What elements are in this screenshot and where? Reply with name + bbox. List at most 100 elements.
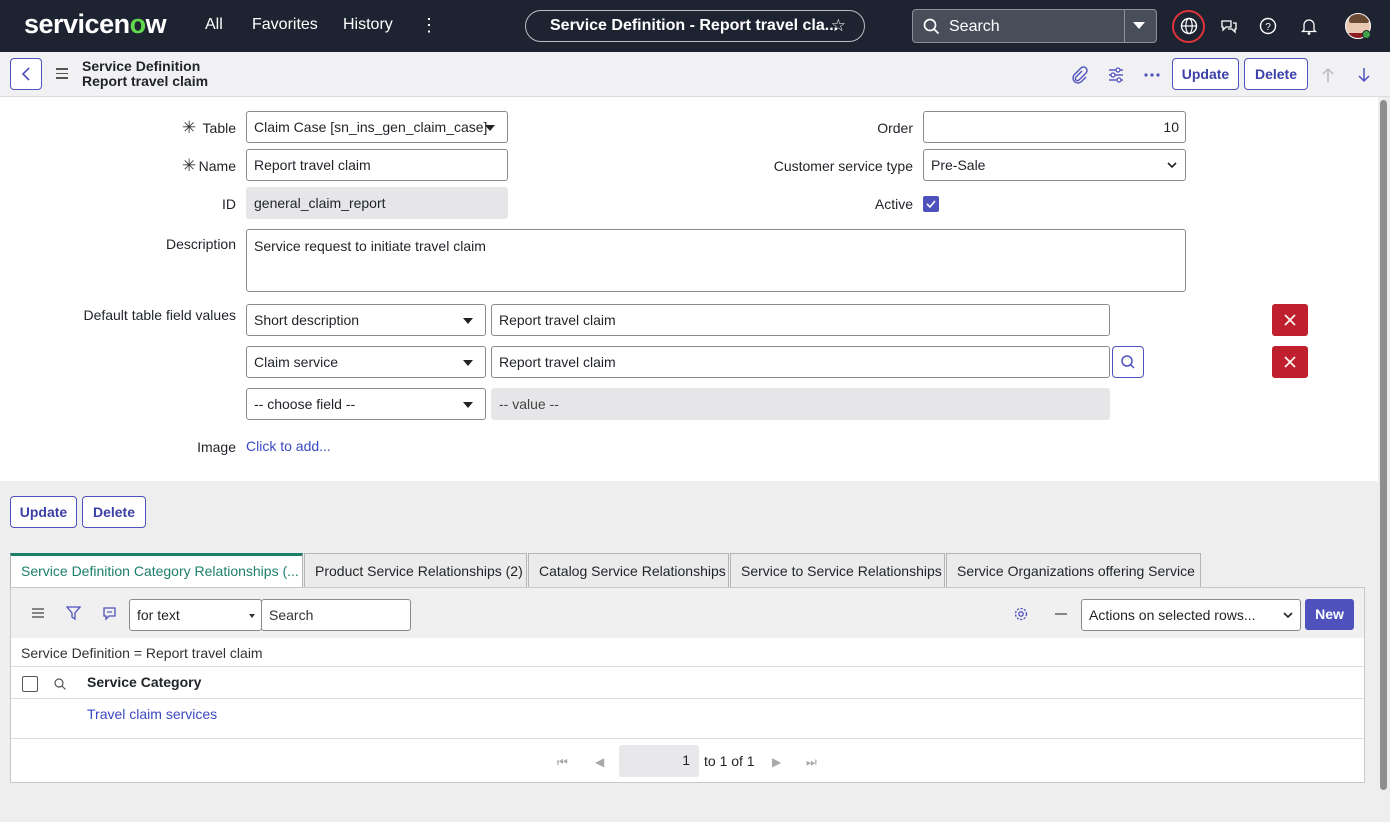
- notifications-bell-icon[interactable]: [1299, 16, 1319, 36]
- update-button-header[interactable]: Update: [1172, 58, 1239, 90]
- form-title-record: Report travel claim: [82, 73, 209, 89]
- customer-service-type-value: Pre-Sale: [931, 157, 986, 173]
- table-select-value: Claim Case [sn_ins_gen_claim_case]: [254, 119, 488, 135]
- collapse-list-icon[interactable]: [1054, 612, 1068, 616]
- update-button[interactable]: Update: [10, 496, 77, 528]
- dropdown-caret-icon: [485, 125, 495, 131]
- order-label: Order: [877, 120, 913, 136]
- back-button[interactable]: [10, 58, 42, 90]
- page-scrollbar[interactable]: [1380, 100, 1387, 790]
- tab-product-service-relationships[interactable]: Product Service Relationships (2): [304, 553, 527, 587]
- chevron-down-icon: [1167, 162, 1177, 169]
- table-row-link[interactable]: Travel claim services: [87, 706, 217, 722]
- search-icon: [1121, 355, 1135, 369]
- tab-catalog-service-relationships[interactable]: Catalog Service Relationships: [528, 553, 729, 587]
- related-list-search-placeholder: Search: [269, 607, 314, 623]
- table-select[interactable]: Claim Case [sn_ins_gen_claim_case]: [246, 111, 508, 143]
- more-options-icon[interactable]: [1143, 66, 1161, 84]
- column-search-icon[interactable]: [53, 677, 67, 691]
- form-context-menu-icon[interactable]: [56, 68, 68, 82]
- default-value-input-1[interactable]: Report travel claim: [491, 304, 1110, 336]
- form-header-bar: Service Definition Report travel claim U…: [0, 52, 1390, 97]
- servicenow-logo[interactable]: servicenow: [24, 9, 167, 40]
- nav-favorites-menu[interactable]: Favorites: [252, 16, 318, 34]
- filter-condition-breadcrumb[interactable]: Service Definition = Report travel claim: [21, 645, 263, 661]
- global-search[interactable]: Search: [912, 9, 1157, 43]
- checkmark-icon: [926, 200, 936, 209]
- next-page-icon[interactable]: ▶: [772, 755, 781, 769]
- related-list-search-input[interactable]: Search: [261, 599, 411, 631]
- search-scope-dropdown-icon[interactable]: [1133, 22, 1145, 29]
- default-field-select-2[interactable]: Claim service: [246, 346, 486, 378]
- previous-record-arrow-icon[interactable]: [1320, 66, 1336, 84]
- tab-service-definition-category-relationships[interactable]: Service Definition Category Relationship…: [10, 553, 303, 587]
- default-value-input-2[interactable]: Report travel claim: [491, 346, 1110, 378]
- search-field-select[interactable]: for text: [129, 599, 262, 631]
- name-label: Name: [198, 158, 236, 174]
- list-context-menu-icon[interactable]: [31, 607, 45, 619]
- favorite-star-icon[interactable]: ☆: [831, 16, 846, 36]
- close-icon: [1284, 356, 1296, 368]
- first-page-icon[interactable]: ⏮: [557, 755, 568, 770]
- tab-service-to-service-relationships[interactable]: Service to Service Relationships: [730, 553, 945, 587]
- chat-icon[interactable]: [1219, 16, 1239, 36]
- active-checkbox[interactable]: [923, 196, 939, 212]
- description-textarea[interactable]: Service request to initiate travel claim: [246, 229, 1186, 292]
- new-record-button[interactable]: New: [1305, 599, 1354, 630]
- customer-service-type-select[interactable]: Pre-Sale: [923, 149, 1186, 181]
- default-field-select-1[interactable]: Short description: [246, 304, 486, 336]
- chevron-down-icon: [1283, 612, 1293, 619]
- dropdown-caret-icon: [463, 360, 473, 366]
- page-number-input[interactable]: 1: [619, 745, 699, 777]
- active-label: Active: [874, 196, 913, 212]
- delete-button[interactable]: Delete: [82, 496, 146, 528]
- last-page-icon[interactable]: ⏭: [806, 755, 817, 770]
- divider: [11, 738, 1364, 739]
- related-list-panel: for text Search Actions on selected rows…: [10, 587, 1365, 783]
- dropdown-caret-icon: [463, 318, 473, 324]
- id-field-readonly: general_claim_report: [246, 187, 508, 219]
- pagination-text: to 1 of 1: [704, 753, 755, 769]
- form-title: Service Definition Report travel claim: [82, 59, 208, 89]
- default-field-select-3-value: -- choose field --: [254, 396, 356, 412]
- default-field-select-3[interactable]: -- choose field --: [246, 388, 486, 420]
- more-menu-icon[interactable]: ⋮: [420, 14, 438, 36]
- globe-icon[interactable]: [1179, 16, 1199, 36]
- close-icon: [1284, 314, 1296, 326]
- top-navigation-bar: servicenow All Favorites History ⋮ Servi…: [0, 0, 1390, 52]
- remove-row-button-1[interactable]: [1272, 304, 1308, 336]
- tab-service-organizations-offering-service[interactable]: Service Organizations offering Service: [946, 553, 1201, 587]
- nav-all-menu[interactable]: All: [205, 16, 223, 34]
- help-icon[interactable]: ?: [1258, 16, 1278, 36]
- paperclip-icon[interactable]: [1070, 66, 1088, 84]
- gear-icon[interactable]: [1013, 606, 1029, 622]
- chevron-left-icon: [21, 67, 30, 81]
- related-list-toolbar: for text Search Actions on selected rows…: [11, 588, 1364, 638]
- search-placeholder: Search: [949, 18, 1000, 35]
- delete-button-header[interactable]: Delete: [1244, 58, 1308, 90]
- reference-lookup-button[interactable]: [1112, 346, 1144, 378]
- next-record-arrow-icon[interactable]: [1356, 66, 1372, 84]
- dropdown-caret-icon: [463, 402, 473, 408]
- divider: [11, 666, 1364, 667]
- column-header-service-category[interactable]: Service Category: [87, 674, 201, 690]
- default-field-select-2-value: Claim service: [254, 354, 339, 370]
- id-label: ID: [222, 196, 236, 212]
- context-title: Service Definition - Report travel cla..…: [550, 17, 839, 34]
- activity-stream-icon[interactable]: [102, 606, 117, 621]
- image-label: Image: [197, 439, 236, 455]
- name-input[interactable]: Report travel claim: [246, 149, 508, 181]
- search-icon: [923, 18, 940, 35]
- nav-history-menu[interactable]: History: [343, 16, 393, 34]
- select-all-checkbox[interactable]: [22, 676, 38, 692]
- context-title-pill[interactable]: Service Definition - Report travel cla..…: [525, 10, 865, 42]
- remove-row-button-2[interactable]: [1272, 346, 1308, 378]
- svg-text:?: ?: [1265, 22, 1271, 33]
- personalize-form-icon[interactable]: [1107, 66, 1125, 84]
- order-input[interactable]: 10: [923, 111, 1186, 143]
- filter-icon[interactable]: [66, 605, 81, 621]
- image-click-to-add-link[interactable]: Click to add...: [246, 438, 331, 454]
- previous-page-icon[interactable]: ◀: [595, 755, 604, 769]
- actions-on-selected-rows-select[interactable]: Actions on selected rows...: [1081, 599, 1301, 631]
- description-label: Description: [165, 236, 236, 252]
